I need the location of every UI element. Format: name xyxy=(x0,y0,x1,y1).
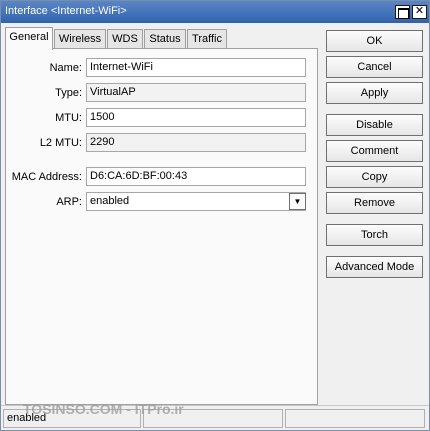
name-label: Name: xyxy=(49,62,82,74)
tab-wds[interactable]: WDS xyxy=(107,29,143,49)
apply-button[interactable]: Apply xyxy=(326,82,423,104)
window-title: Interface <Internet-WiFi> xyxy=(5,5,127,17)
mac-address-label: MAC Address: xyxy=(11,171,82,183)
tab-general[interactable]: General xyxy=(5,27,53,50)
l2mtu-field: 2290 xyxy=(86,133,306,152)
close-button[interactable]: ✕ xyxy=(412,5,427,19)
title-bar[interactable]: Interface <Internet-WiFi> ✕ xyxy=(1,1,429,23)
tab-wireless[interactable]: Wireless xyxy=(54,29,106,49)
type-label: Type: xyxy=(55,87,82,99)
name-field[interactable]: Internet-WiFi xyxy=(86,58,306,77)
tab-traffic[interactable]: Traffic xyxy=(187,29,227,49)
disable-button[interactable]: Disable xyxy=(326,114,423,136)
ok-button[interactable]: OK xyxy=(326,30,423,52)
arp-dropdown-arrow-icon[interactable]: ▼ xyxy=(289,193,306,210)
watermark: TOSINSO.COM - ITPro.ir xyxy=(23,401,184,417)
remove-button[interactable]: Remove xyxy=(326,192,423,214)
maximize-button[interactable] xyxy=(395,5,410,19)
mtu-label: MTU: xyxy=(55,112,82,124)
type-field: VirtualAP xyxy=(86,83,306,102)
arp-label: ARP: xyxy=(56,196,82,208)
general-panel: Name: Internet-WiFi Type: VirtualAP MTU:… xyxy=(5,48,318,405)
cancel-button[interactable]: Cancel xyxy=(326,56,423,78)
l2mtu-label: L2 MTU: xyxy=(39,137,82,149)
mtu-field[interactable]: 1500 xyxy=(86,108,306,127)
mac-address-field[interactable]: D6:CA:6D:BF:00:43 xyxy=(86,167,306,186)
advanced-mode-button[interactable]: Advanced Mode xyxy=(326,256,423,278)
copy-button[interactable]: Copy xyxy=(326,166,423,188)
interface-window: Interface <Internet-WiFi> ✕ General Wire… xyxy=(0,0,430,431)
tab-status[interactable]: Status xyxy=(144,29,186,49)
arp-select[interactable]: enabled xyxy=(86,192,306,211)
torch-button[interactable]: Torch xyxy=(326,224,423,246)
comment-button[interactable]: Comment xyxy=(326,140,423,162)
